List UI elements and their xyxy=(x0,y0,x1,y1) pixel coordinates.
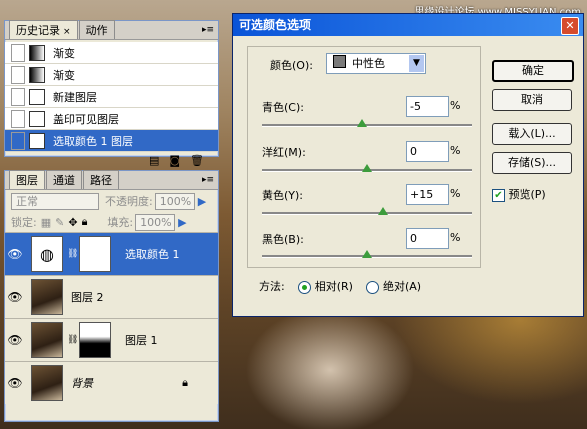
history-item-selected[interactable]: 选取颜色 1 图层 xyxy=(5,130,218,152)
new-document-icon[interactable]: ▤ xyxy=(149,154,159,167)
radio-icon xyxy=(366,280,380,294)
swatch xyxy=(333,55,346,68)
eye-icon[interactable]: 👁 xyxy=(5,376,25,390)
black-input[interactable]: 0 xyxy=(406,228,449,249)
arrow-right-icon[interactable]: ▶ xyxy=(178,216,186,229)
checkmark-icon: ✔ xyxy=(492,188,505,202)
eye-icon[interactable]: 👁 xyxy=(5,247,25,261)
layers-panel: 图层 通道 路径 ▸≡ 正常 不透明度: 100% ▶ 锁定: ▦ ✎ ✥ 🔒︎… xyxy=(4,170,219,422)
link-icon: ⛓ xyxy=(67,249,79,259)
layer-thumb xyxy=(31,322,63,358)
cancel-button[interactable]: 取消 xyxy=(492,89,572,111)
history-panel: 历史记录 × 动作 ▸≡ 渐变 渐变 新建图层 盖印可见图层 选取颜色 1 图层 … xyxy=(4,20,219,167)
tab-history[interactable]: 历史记录 × xyxy=(9,20,78,39)
lock-transparent-icon[interactable]: ▦ xyxy=(41,216,51,229)
layer-row[interactable]: 👁 ⛓ 图层 1 xyxy=(5,318,218,361)
method-row: 方法: 相对(R) 绝对(A) xyxy=(259,280,422,294)
percent-label: % xyxy=(450,187,461,200)
history-checkbox[interactable] xyxy=(11,131,25,150)
relative-radio[interactable]: 相对(R) xyxy=(298,280,353,294)
layer-mask-thumb xyxy=(79,236,111,272)
percent-label: % xyxy=(450,144,461,157)
layer-thumb xyxy=(31,279,63,315)
layer-row[interactable]: 👁 背景 🔒︎ xyxy=(5,361,218,404)
opacity-input[interactable]: 100% xyxy=(154,192,195,210)
percent-label: % xyxy=(450,99,461,112)
history-checkbox[interactable] xyxy=(11,87,25,106)
fill-input[interactable]: 100% xyxy=(135,213,176,231)
document-icon xyxy=(29,110,45,127)
save-button[interactable]: 存储(S)... xyxy=(492,152,572,174)
eye-icon[interactable]: 👁 xyxy=(5,290,25,304)
blend-mode-select[interactable]: 正常 xyxy=(11,192,99,210)
adjustment-layer-icon: ◍ xyxy=(31,236,63,272)
yellow-input[interactable]: +15 xyxy=(406,184,449,205)
tab-actions[interactable]: 动作 xyxy=(78,20,115,39)
gradient-icon xyxy=(29,44,45,61)
history-checkbox[interactable] xyxy=(11,109,25,128)
magenta-input[interactable]: 0 xyxy=(406,141,449,162)
magenta-slider-thumb[interactable] xyxy=(362,164,372,172)
tab-paths[interactable]: 路径 xyxy=(83,170,119,189)
layer-thumb xyxy=(31,365,63,401)
black-label: 黑色(B): xyxy=(262,233,304,246)
history-footer: ▤ ◙ 🗑 xyxy=(5,152,218,168)
trash-icon[interactable]: 🗑 xyxy=(190,154,204,167)
preview-checkbox[interactable]: ✔ 预览(P) xyxy=(492,186,546,202)
gradient-icon xyxy=(29,66,45,83)
lock-move-icon[interactable]: ✥ xyxy=(68,216,77,229)
percent-label: % xyxy=(450,231,461,244)
document-icon xyxy=(29,132,45,149)
layer-mask-thumb xyxy=(79,322,111,358)
load-button[interactable]: 载入(L)... xyxy=(492,123,572,145)
radio-icon xyxy=(298,280,312,294)
layers-tabs: 图层 通道 路径 xyxy=(5,170,218,190)
history-item[interactable]: 渐变 xyxy=(5,64,218,86)
black-slider-thumb[interactable] xyxy=(362,250,372,258)
chevron-down-icon[interactable]: ▼ xyxy=(409,55,424,72)
ok-button[interactable]: 确定 xyxy=(492,60,574,82)
selective-color-dialog: 可选颜色选项 ✕ 颜色(O): 中性色 ▼ 青色(C): -5 % 洋红(M):… xyxy=(232,13,584,317)
absolute-radio[interactable]: 绝对(A) xyxy=(366,280,421,294)
cyan-slider-track[interactable] xyxy=(262,124,472,127)
history-checkbox[interactable] xyxy=(11,65,25,84)
dialog-title: 可选颜色选项 xyxy=(233,14,583,36)
yellow-label: 黄色(Y): xyxy=(262,189,304,202)
lock-row: 锁定: ▦ ✎ ✥ 🔒︎ 填充: 100% ▶ xyxy=(11,213,187,231)
tab-channels[interactable]: 通道 xyxy=(46,170,82,189)
document-icon xyxy=(29,88,45,105)
close-icon[interactable]: × xyxy=(63,27,71,37)
close-icon[interactable]: ✕ xyxy=(561,17,579,35)
history-item[interactable]: 渐变 xyxy=(5,42,218,64)
yellow-slider-track[interactable] xyxy=(262,212,472,215)
color-select[interactable]: 中性色 ▼ xyxy=(326,53,426,74)
snapshot-icon[interactable]: ◙ xyxy=(169,154,180,167)
layer-row[interactable]: 👁 ◍ ⛓ 选取颜色 1 xyxy=(5,232,218,275)
cyan-input[interactable]: -5 xyxy=(406,96,449,117)
color-label: 颜色(O): xyxy=(270,59,313,72)
blend-row: 正常 不透明度: 100% ▶ xyxy=(5,190,218,212)
lock-paint-icon[interactable]: ✎ xyxy=(55,216,64,229)
arrow-right-icon[interactable]: ▶ xyxy=(198,195,206,208)
lock-icon: 🔒︎ xyxy=(182,376,188,389)
cyan-label: 青色(C): xyxy=(262,101,304,114)
yellow-slider-thumb[interactable] xyxy=(377,207,388,215)
color-group: 颜色(O): 中性色 ▼ 青色(C): -5 % 洋红(M): 0 % 黄色(Y… xyxy=(247,46,481,268)
panel-menu-icon[interactable]: ▸≡ xyxy=(202,174,214,186)
history-item[interactable]: 盖印可见图层 xyxy=(5,108,218,130)
cyan-slider-thumb[interactable] xyxy=(356,119,367,127)
magenta-label: 洋红(M): xyxy=(262,146,306,159)
history-checkbox[interactable] xyxy=(11,43,25,62)
eye-icon[interactable]: 👁 xyxy=(5,333,25,347)
tab-layers[interactable]: 图层 xyxy=(9,170,45,189)
link-icon: ⛓ xyxy=(67,335,79,345)
history-tabs: 历史记录 × 动作 xyxy=(5,20,218,40)
history-item[interactable]: 新建图层 xyxy=(5,86,218,108)
layer-row[interactable]: 👁 图层 2 xyxy=(5,275,218,318)
panel-menu-icon[interactable]: ▸≡ xyxy=(202,24,214,36)
lock-all-icon[interactable]: 🔒︎ xyxy=(82,215,88,229)
